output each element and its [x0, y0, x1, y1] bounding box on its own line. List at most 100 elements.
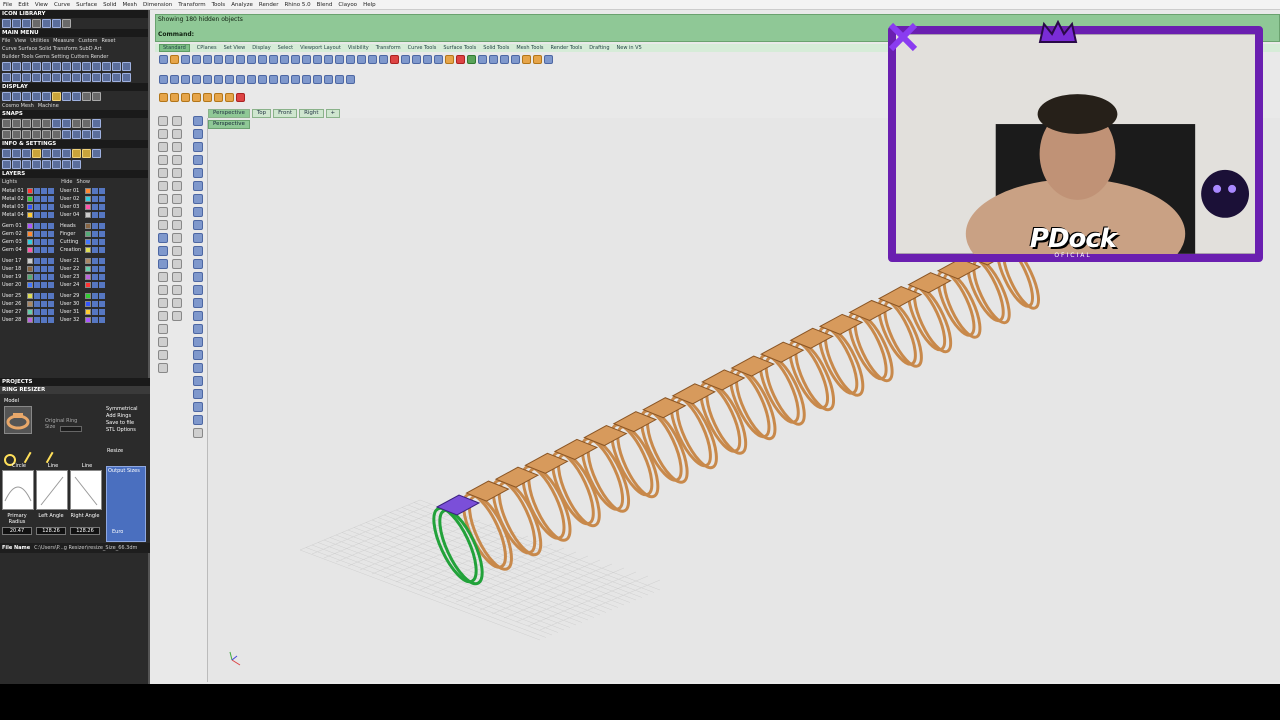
menu-item-6[interactable]: Mesh [123, 2, 137, 8]
offset-vt-icon[interactable] [172, 220, 182, 230]
layer-name[interactable]: User 03 [60, 204, 84, 210]
viewport-tab-0[interactable]: Perspective [208, 109, 250, 118]
patch-icon[interactable] [280, 74, 289, 84]
project-vt-icon[interactable] [172, 233, 182, 243]
layer-lock-icon[interactable] [41, 188, 47, 194]
layer-lock-icon[interactable] [99, 266, 105, 272]
layer-visibility-icon[interactable] [34, 258, 40, 264]
layer-name[interactable]: Metal 03 [2, 204, 26, 210]
menu-item-3[interactable]: Curve [54, 2, 70, 8]
layer-visibility-icon[interactable] [92, 247, 98, 253]
orient-vt-icon[interactable] [172, 194, 182, 204]
import-icon[interactable] [52, 160, 61, 169]
layer-name[interactable]: Heads [60, 223, 84, 229]
revolve-icon[interactable] [258, 74, 267, 84]
menu-item-0[interactable]: File [3, 2, 12, 8]
primary-radius-value[interactable]: 20.47 [2, 527, 32, 535]
layer-color-swatch[interactable] [85, 239, 91, 245]
layer-color-swatch[interactable] [27, 247, 33, 253]
resizer-option-3[interactable]: STL Options [106, 427, 138, 433]
xray-icon[interactable] [42, 92, 51, 101]
render-vt-icon[interactable] [172, 272, 182, 282]
toolbar-tab-1[interactable]: CPlanes [197, 45, 217, 51]
menu-item-4[interactable]: Surface [76, 2, 97, 8]
toolbar-tab-8[interactable]: Curve Tools [408, 45, 437, 51]
layer-color-swatch[interactable] [85, 204, 91, 210]
rebuild-icon[interactable] [313, 74, 322, 84]
camera-icon[interactable] [22, 160, 31, 169]
menu-item-15[interactable]: Help [363, 2, 376, 8]
layer-name[interactable]: User 17 [2, 258, 26, 264]
toolbar-tab-11[interactable]: Mesh Tools [516, 45, 543, 51]
main-menu-item-3[interactable]: Measure [53, 38, 74, 44]
layer-print-icon[interactable] [48, 266, 54, 272]
torus-icon[interactable] [203, 74, 212, 84]
layer-name[interactable]: User 24 [60, 282, 84, 288]
layer-visibility-icon[interactable] [92, 258, 98, 264]
layer-color-swatch[interactable] [85, 247, 91, 253]
technical-icon[interactable] [62, 92, 71, 101]
layer-visibility-icon[interactable] [34, 204, 40, 210]
circle-tool-icon[interactable] [2, 62, 11, 71]
toolbar-tab-12[interactable]: Render Tools [550, 45, 582, 51]
layer-visibility-icon[interactable] [92, 188, 98, 194]
hatch-icon[interactable] [192, 92, 201, 102]
layer-lock-icon[interactable] [41, 231, 47, 237]
render-icon[interactable] [467, 54, 476, 64]
viewport-vt-icon-1[interactable] [193, 116, 203, 126]
solid-vt-icon[interactable] [158, 259, 168, 269]
viewport-vt-icon-23[interactable] [193, 402, 203, 412]
viewport-vt-icon-22[interactable] [193, 389, 203, 399]
layer-name[interactable]: User 25 [2, 293, 26, 299]
section-ring-resizer[interactable]: RING RESIZER [0, 386, 150, 394]
bend-tool-icon[interactable] [82, 73, 91, 82]
point-snap-icon[interactable] [52, 119, 61, 128]
paste-icon[interactable] [236, 54, 245, 64]
main-menu-item-5[interactable]: Reset [101, 38, 115, 44]
mesh-vt-icon[interactable] [158, 272, 168, 282]
display-mode-1[interactable]: Cosmo Mesh [2, 103, 34, 109]
layer-lock-icon[interactable] [99, 223, 105, 229]
toolbar-tab-6[interactable]: Visibility [348, 45, 369, 51]
viewport-vt-icon-16[interactable] [193, 311, 203, 321]
new-icon[interactable] [159, 54, 168, 64]
viewport-vt-icon-13[interactable] [193, 272, 203, 282]
display-mode-2[interactable]: Machine [38, 103, 59, 109]
menu-item-2[interactable]: View [35, 2, 48, 8]
split-tool-icon[interactable] [82, 62, 91, 71]
layer-color-swatch[interactable] [27, 196, 33, 202]
curve-vt-icon[interactable] [158, 155, 168, 165]
layer-color-swatch[interactable] [27, 223, 33, 229]
viewport-icon[interactable] [12, 160, 21, 169]
layer-color-swatch[interactable] [85, 196, 91, 202]
toolbar-tab-0[interactable]: Standard [159, 44, 190, 52]
filter-icon[interactable] [92, 130, 101, 139]
scale-vt-icon[interactable] [172, 155, 182, 165]
capture-icon[interactable] [32, 160, 41, 169]
open-icon[interactable] [170, 54, 179, 64]
viewport-vt-icon-21[interactable] [193, 376, 203, 386]
network-icon[interactable] [269, 74, 278, 84]
print-icon[interactable] [32, 19, 41, 28]
layer-lock-icon[interactable] [41, 223, 47, 229]
resize-button[interactable]: Resize [107, 448, 123, 454]
mirror-tool-icon[interactable] [42, 73, 51, 82]
resizer-option-2[interactable]: Save to file [106, 420, 138, 426]
layer-color-swatch[interactable] [85, 317, 91, 323]
wireframe-view-icon[interactable] [478, 54, 487, 64]
int-snap-icon[interactable] [82, 119, 91, 128]
layer-lock-icon[interactable] [41, 212, 47, 218]
arc-tool-icon[interactable] [32, 62, 41, 71]
layer-lock-icon[interactable] [41, 204, 47, 210]
layer-lock-icon[interactable] [99, 282, 105, 288]
viewport-vt-icon-18[interactable] [193, 337, 203, 347]
layer-print-icon[interactable] [48, 282, 54, 288]
project-snap-icon[interactable] [42, 130, 51, 139]
menu-item-9[interactable]: Tools [212, 2, 226, 8]
viewport-vt-icon-11[interactable] [193, 246, 203, 256]
zoom-window-icon[interactable] [313, 54, 322, 64]
layer-color-swatch[interactable] [27, 274, 33, 280]
layer-lock-icon[interactable] [99, 196, 105, 202]
offset-tool-icon[interactable] [62, 62, 71, 71]
lock-icon[interactable] [412, 54, 421, 64]
